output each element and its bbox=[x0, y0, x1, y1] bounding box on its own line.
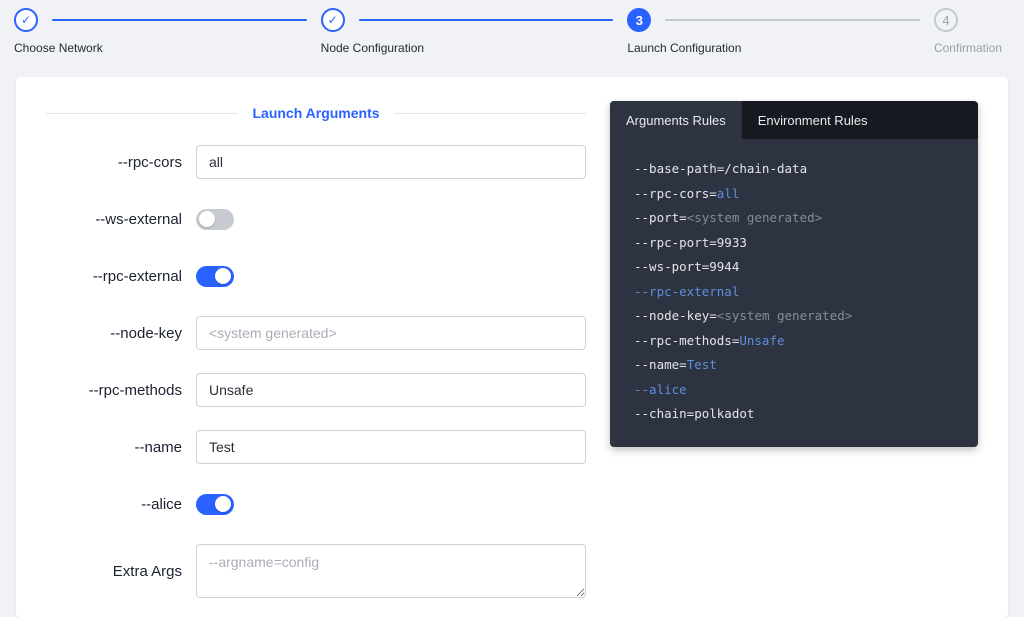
step-top: ✓ bbox=[14, 8, 321, 32]
field-label-name: --name bbox=[134, 438, 182, 456]
node-key-input[interactable] bbox=[196, 316, 586, 350]
form-row-alice: --alice bbox=[46, 487, 586, 521]
code-line: --rpc-port=9933 bbox=[634, 231, 954, 256]
name-input[interactable] bbox=[196, 430, 586, 464]
rpc-cors-input[interactable] bbox=[196, 145, 586, 179]
rules-panel: Arguments Rules Environment Rules --base… bbox=[610, 101, 978, 447]
step-top: 4 bbox=[933, 8, 1002, 32]
form-title-row: Launch Arguments bbox=[46, 105, 587, 121]
step-connector bbox=[665, 19, 920, 21]
step-top: 3 bbox=[627, 8, 934, 32]
launch-form: --rpc-cors --ws-external --rpc-external --n… bbox=[46, 145, 586, 598]
field-control-node-key bbox=[196, 316, 586, 350]
form-row-node-key: --node-key bbox=[46, 316, 586, 350]
field-label-node-key: --node-key bbox=[110, 324, 182, 342]
field-label-rpc-cors: --rpc-cors bbox=[117, 153, 182, 171]
code-segment: --base-path=/chain-data bbox=[634, 161, 808, 176]
code-segment: --alice bbox=[634, 381, 687, 397]
rules-tabbar: Arguments Rules Environment Rules bbox=[610, 101, 978, 139]
field-control-rpc-cors bbox=[196, 145, 586, 179]
field-control-name bbox=[196, 430, 586, 464]
step-indicator-node-configuration[interactable]: ✓ bbox=[320, 8, 345, 32]
stepper-step-confirmation: 4 Confirmation bbox=[933, 8, 1002, 55]
code-segment: --rpc-methods= bbox=[634, 332, 740, 348]
rpc-methods-input[interactable] bbox=[196, 373, 586, 407]
tab-environment-rules[interactable]: Environment Rules bbox=[742, 101, 884, 139]
step-top: ✓ bbox=[320, 8, 628, 32]
step-label: Confirmation bbox=[933, 41, 1002, 55]
field-control-extra-args bbox=[196, 544, 586, 598]
code-line: --port=<system generated> bbox=[634, 206, 954, 231]
code-line: --rpc-external bbox=[634, 280, 954, 305]
stepper-step-node-configuration: ✓ Node Configuration bbox=[320, 8, 628, 55]
code-line: --name=Test bbox=[634, 353, 954, 378]
field-control-rpc-external bbox=[196, 265, 586, 287]
stepper: ✓ Choose Network ✓ Node Configuration 3 Launc… bbox=[0, 0, 1024, 55]
code-segment: <system generated> bbox=[716, 308, 853, 323]
stepper-step-choose-network: ✓ Choose Network bbox=[14, 8, 321, 55]
code-line: --rpc-methods=Unsafe bbox=[634, 329, 954, 354]
step-indicator-choose-network[interactable]: ✓ bbox=[14, 8, 38, 32]
field-label-alice: --alice bbox=[141, 495, 182, 513]
code-line: --alice bbox=[634, 378, 954, 403]
code-line: --base-path=/chain-data bbox=[634, 157, 954, 182]
code-line: --ws-port=9944 bbox=[634, 255, 954, 280]
main-card: Launch Arguments --rpc-cors --ws-external… bbox=[16, 77, 1008, 617]
tab-arguments-rules[interactable]: Arguments Rules bbox=[610, 101, 742, 139]
field-label-rpc-external: --rpc-external bbox=[92, 267, 182, 285]
field-label-ws-external: --ws-external bbox=[95, 210, 182, 228]
field-control-ws-external bbox=[196, 208, 586, 230]
toggle-knob bbox=[199, 211, 215, 227]
form-row-rpc-cors: --rpc-cors bbox=[46, 145, 586, 179]
check-icon: ✓ bbox=[327, 13, 338, 27]
code-segment: --rpc-cors= bbox=[634, 185, 717, 201]
step-indicator-confirmation[interactable]: 4 bbox=[933, 8, 958, 32]
code-line: --chain=polkadot bbox=[634, 402, 954, 427]
code-segment: --rpc-port=9933 bbox=[634, 234, 747, 250]
field-control-rpc-methods bbox=[196, 373, 586, 407]
step-connector bbox=[358, 19, 614, 21]
check-icon: ✓ bbox=[20, 13, 32, 27]
page: ✓ Choose Network ✓ Node Configuration 3 Launc… bbox=[0, 0, 1024, 617]
step-label: Node Configuration bbox=[320, 41, 425, 55]
rules-code: --base-path=/chain-data --rpc-cors=all --p… bbox=[610, 139, 978, 447]
toggle-knob bbox=[215, 496, 231, 512]
code-segment: --rpc-external bbox=[634, 283, 740, 299]
form-row-extra-args: Extra Args bbox=[46, 544, 586, 598]
form-title: Launch Arguments bbox=[252, 105, 380, 121]
step-connector bbox=[52, 19, 307, 21]
field-control-alice bbox=[196, 493, 586, 515]
code-segment: --node-key= bbox=[634, 308, 717, 323]
form-row-rpc-external: --rpc-external bbox=[46, 259, 586, 293]
toggle-knob bbox=[215, 268, 231, 284]
code-segment: Unsafe bbox=[739, 332, 785, 348]
field-label-rpc-methods: --rpc-methods bbox=[88, 381, 182, 399]
rpc-external-toggle[interactable] bbox=[196, 265, 234, 287]
step-indicator-launch-configuration[interactable]: 3 bbox=[627, 8, 652, 32]
step-label: Launch Configuration bbox=[627, 41, 742, 55]
code-segment: all bbox=[716, 185, 740, 201]
ws-external-toggle[interactable] bbox=[196, 208, 234, 230]
code-segment: Test bbox=[686, 357, 717, 372]
divider-line-right bbox=[393, 112, 587, 114]
code-segment: --ws-port=9944 bbox=[634, 259, 740, 274]
extra-args-textarea[interactable] bbox=[196, 544, 586, 598]
code-segment: --port= bbox=[634, 210, 687, 225]
code-line: --node-key=<system generated> bbox=[634, 304, 954, 329]
alice-toggle[interactable] bbox=[196, 493, 234, 515]
launch-form-section: Launch Arguments --rpc-cors --ws-external… bbox=[46, 101, 587, 598]
form-row-name: --name bbox=[46, 430, 586, 464]
code-segment: --chain=polkadot bbox=[634, 406, 755, 421]
form-row-rpc-methods: --rpc-methods bbox=[46, 373, 586, 407]
code-segment: <system generated> bbox=[686, 210, 823, 225]
code-segment: --name= bbox=[634, 357, 687, 372]
stepper-step-launch-configuration: 3 Launch Configuration bbox=[627, 8, 934, 55]
divider-line-left bbox=[46, 112, 239, 114]
field-label-extra-args: Extra Args bbox=[112, 562, 182, 580]
step-label: Choose Network bbox=[14, 41, 103, 55]
code-line: --rpc-cors=all bbox=[634, 182, 954, 207]
form-row-ws-external: --ws-external bbox=[46, 202, 586, 236]
